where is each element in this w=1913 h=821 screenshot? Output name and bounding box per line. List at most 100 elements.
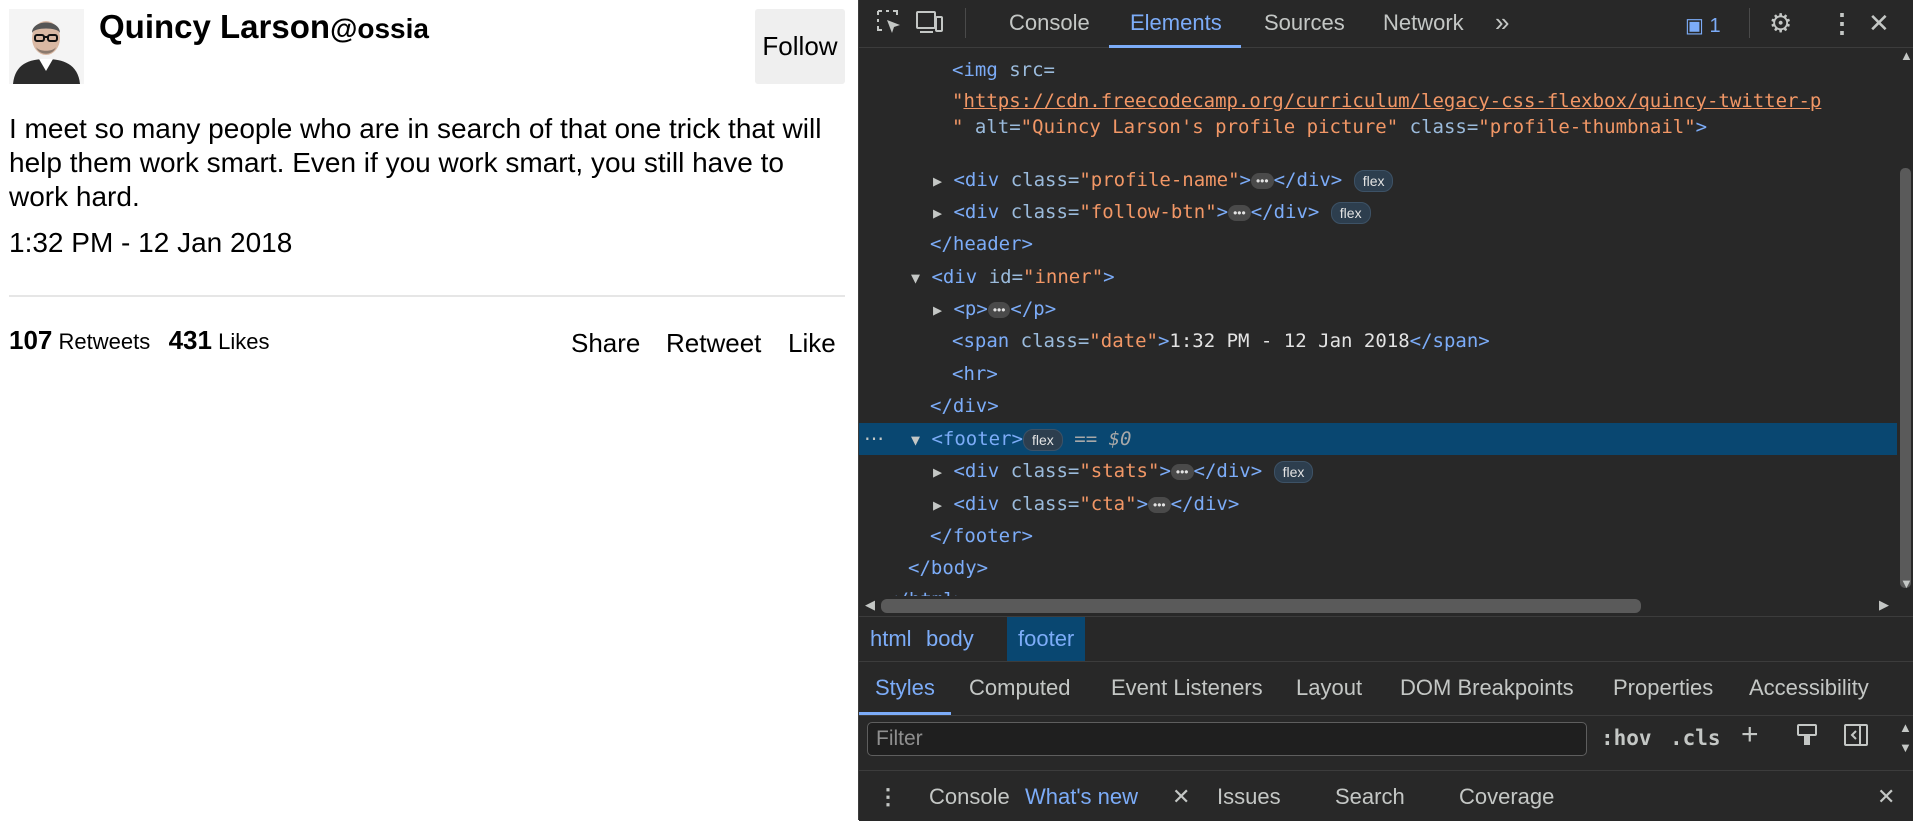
issues-count: 1 bbox=[1709, 15, 1721, 37]
retweets-label: Retweets bbox=[58, 329, 151, 354]
expand-triangle-icon[interactable]: ▶ bbox=[933, 204, 942, 222]
cls-toggle[interactable]: .cls bbox=[1670, 726, 1721, 750]
tab-accessibility[interactable]: Accessibility bbox=[1749, 675, 1869, 701]
flex-badge[interactable]: flex bbox=[1353, 169, 1394, 192]
drawer-tab-issues[interactable]: Issues bbox=[1217, 784, 1281, 810]
horizontal-scrollbar[interactable]: ◀ ▶ bbox=[859, 596, 1897, 614]
dom-node-cta[interactable]: ▶ <div class="cta"> ••• </div> bbox=[933, 488, 1897, 520]
collapse-triangle-icon[interactable]: ▼ bbox=[911, 431, 920, 449]
scroll-down-icon[interactable]: ▼ bbox=[1899, 740, 1912, 755]
drawer-menu-icon[interactable]: ⋮ bbox=[877, 784, 899, 810]
dom-node-inner[interactable]: ▼ <div id="inner"> bbox=[911, 261, 1897, 293]
dom-node-date[interactable]: <span class="date">1:32 PM - 12 Jan 2018… bbox=[952, 325, 1897, 357]
tab-dom-breakpoints[interactable]: DOM Breakpoints bbox=[1400, 675, 1574, 701]
tweet-stats: 107 Retweets 431 Likes bbox=[9, 325, 269, 356]
dom-node-follow-btn[interactable]: ▶ <div class="follow-btn"> ••• </div> flex bbox=[933, 196, 1897, 228]
dom-node-footer-selected[interactable]: ⋯ ▼ <footer> flex == $0 bbox=[859, 423, 1897, 455]
vertical-scrollbar[interactable]: ▲ ▼ bbox=[1897, 48, 1913, 596]
hov-toggle[interactable]: :hov bbox=[1601, 726, 1652, 750]
flex-badge[interactable]: flex bbox=[1273, 460, 1314, 483]
styles-filter-input[interactable] bbox=[867, 722, 1587, 756]
selected-marker: == $0 bbox=[1074, 428, 1132, 450]
tab-sources[interactable]: Sources bbox=[1264, 10, 1345, 36]
dom-line-html-close[interactable]: </html> bbox=[886, 584, 1897, 596]
share-button[interactable]: Share bbox=[571, 328, 640, 359]
breadcrumb-footer[interactable]: footer bbox=[1007, 617, 1086, 661]
close-tab-icon[interactable]: ✕ bbox=[1172, 784, 1190, 810]
expand-triangle-icon[interactable]: ▶ bbox=[933, 463, 942, 481]
collapse-triangle-icon[interactable]: ▼ bbox=[911, 269, 920, 287]
ellipsis-icon[interactable]: ••• bbox=[1148, 496, 1171, 513]
dom-node-stats[interactable]: ▶ <div class="stats"> ••• </div> flex bbox=[933, 455, 1897, 487]
scroll-left-icon[interactable]: ◀ bbox=[865, 597, 875, 613]
tab-properties[interactable]: Properties bbox=[1613, 675, 1713, 701]
scroll-up-icon[interactable]: ▲ bbox=[1899, 720, 1912, 735]
dom-line-footer-close[interactable]: </footer> bbox=[930, 520, 1897, 552]
dom-tree: <img src= "https://cdn.freecodecamp.org/… bbox=[859, 48, 1897, 596]
toolbar-separator bbox=[965, 8, 966, 38]
device-toolbar-icon[interactable] bbox=[914, 8, 944, 42]
expand-triangle-icon[interactable]: ▶ bbox=[933, 301, 942, 319]
gear-icon[interactable]: ⚙ bbox=[1769, 8, 1792, 38]
dom-line-div-close[interactable]: </div> bbox=[930, 390, 1897, 422]
tab-layout[interactable]: Layout bbox=[1296, 675, 1362, 701]
drawer-tab-coverage[interactable]: Coverage bbox=[1459, 784, 1554, 810]
scroll-up-icon[interactable]: ▲ bbox=[1900, 48, 1913, 63]
dom-line-img-attrs[interactable]: " alt="Quincy Larson's profile picture" … bbox=[952, 111, 1897, 143]
img-src-link[interactable]: https://cdn.freecodecamp.org/curriculum/… bbox=[963, 90, 1821, 112]
tab-computed[interactable]: Computed bbox=[969, 675, 1071, 701]
close-icon[interactable]: ✕ bbox=[1868, 8, 1890, 38]
flex-badge[interactable]: flex bbox=[1330, 201, 1371, 224]
node-actions-icon[interactable]: ⋯ bbox=[864, 423, 884, 455]
drawer-tab-whats-new[interactable]: What's new bbox=[1025, 784, 1138, 810]
dom-node-hr[interactable]: <hr> bbox=[952, 358, 1897, 390]
tab-network[interactable]: Network bbox=[1383, 10, 1464, 36]
profile-thumbnail bbox=[9, 9, 84, 84]
person-avatar-icon bbox=[9, 9, 84, 84]
ellipsis-icon[interactable]: ••• bbox=[1228, 204, 1251, 221]
sidebar-toggle-icon[interactable] bbox=[1843, 722, 1869, 755]
message-icon: ▣ bbox=[1685, 15, 1704, 37]
tab-elements[interactable]: Elements bbox=[1130, 10, 1222, 36]
retweets-count: 107 bbox=[9, 325, 53, 355]
styles-toolbar: :hov .cls + ▲ ▼ bbox=[859, 716, 1913, 768]
webpage-viewport: Quincy Larson@ossia Follow I meet so man… bbox=[0, 0, 858, 820]
scroll-thumb[interactable] bbox=[1900, 168, 1911, 588]
likes-label: Likes bbox=[218, 329, 270, 354]
like-button[interactable]: Like bbox=[788, 328, 836, 359]
scroll-thumb[interactable] bbox=[881, 599, 1641, 613]
drawer-tab-search[interactable]: Search bbox=[1335, 784, 1405, 810]
ellipsis-icon[interactable]: ••• bbox=[987, 301, 1011, 318]
expand-triangle-icon[interactable]: ▶ bbox=[933, 172, 942, 190]
dom-line-img-src[interactable]: <img src= bbox=[952, 54, 1897, 86]
issues-badge[interactable]: ▣ 1 bbox=[1685, 13, 1721, 38]
close-drawer-icon[interactable]: ✕ bbox=[1877, 784, 1895, 810]
dom-node-profile-name[interactable]: ▶ <div class="profile-name"> ••• </div> fl… bbox=[933, 164, 1897, 196]
expand-triangle-icon[interactable]: ▶ bbox=[933, 496, 942, 514]
devtools-panel: Console Elements Sources Network » ▣ 1 ⚙… bbox=[858, 0, 1913, 821]
drawer-tab-console[interactable]: Console bbox=[929, 784, 1010, 810]
dom-node-p[interactable]: ▶ <p> ••• </p> bbox=[933, 293, 1897, 325]
kebab-menu-icon[interactable]: ⋮ bbox=[1829, 8, 1855, 38]
profile-name: Quincy Larson@ossia bbox=[99, 8, 429, 46]
paint-brush-icon[interactable] bbox=[1795, 722, 1819, 755]
scroll-right-icon[interactable]: ▶ bbox=[1879, 597, 1889, 613]
dom-line-body-close[interactable]: </body> bbox=[908, 552, 1897, 584]
ellipsis-icon[interactable]: ••• bbox=[1170, 463, 1194, 480]
tab-styles[interactable]: Styles bbox=[875, 675, 935, 701]
retweet-button[interactable]: Retweet bbox=[666, 328, 761, 359]
follow-button[interactable]: Follow bbox=[755, 9, 845, 84]
tab-event-listeners[interactable]: Event Listeners bbox=[1111, 675, 1263, 701]
scroll-down-icon[interactable]: ▼ bbox=[1900, 576, 1913, 591]
element-picker-icon[interactable] bbox=[875, 8, 903, 42]
breadcrumb-html[interactable]: html bbox=[859, 617, 923, 661]
dom-line-header-close[interactable]: </header> bbox=[930, 228, 1897, 260]
divider bbox=[9, 295, 845, 297]
tab-console[interactable]: Console bbox=[1009, 10, 1090, 36]
flex-badge[interactable]: flex bbox=[1023, 428, 1063, 451]
breadcrumb-body[interactable]: body bbox=[915, 617, 985, 661]
ellipsis-icon[interactable]: ••• bbox=[1250, 172, 1274, 189]
profile-display-name: Quincy Larson bbox=[99, 8, 331, 45]
add-rule-icon[interactable]: + bbox=[1741, 718, 1759, 752]
double-chevron-icon[interactable]: » bbox=[1495, 7, 1509, 38]
